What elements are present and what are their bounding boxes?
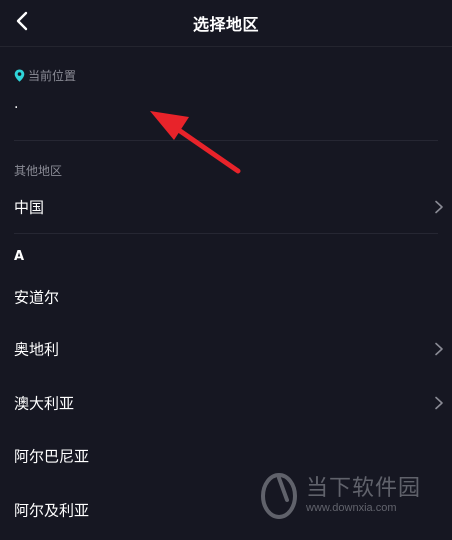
region-row-austria[interactable]: 奥地利 (0, 323, 452, 375)
region-row-china[interactable]: 中国 (0, 181, 452, 233)
top-nav-bar: 选择地区 (0, 0, 452, 47)
watermark: 当下软件园 www.downxia.com (258, 470, 438, 522)
chevron-right-icon (435, 396, 443, 410)
region-selection-screen: 选择地区 当前位置 · 其他地区 中国 A 安道尔 奥地利 澳大利亚 阿尔巴尼亚… (0, 0, 452, 540)
location-pin-icon (14, 69, 25, 82)
region-row-label: 阿尔巴尼亚 (14, 447, 90, 466)
section-letter-a: A (14, 249, 25, 264)
region-row-label: 澳大利亚 (14, 394, 75, 413)
chevron-right-icon (435, 200, 443, 214)
divider (14, 233, 438, 234)
page-title: 选择地区 (192, 15, 259, 34)
current-location-label: 当前位置 (14, 67, 76, 84)
region-row-label: 中国 (14, 198, 45, 217)
divider (14, 140, 438, 141)
region-row-label: 安道尔 (14, 288, 60, 307)
region-row-australia[interactable]: 澳大利亚 (0, 377, 452, 429)
region-row-label: 奥地利 (14, 340, 60, 359)
downxia-logo-icon (261, 473, 297, 519)
watermark-url: www.downxia.com (306, 502, 397, 514)
chevron-right-icon (435, 342, 443, 356)
region-row-andorra[interactable]: 安道尔 (0, 271, 452, 323)
other-regions-label: 其他地区 (14, 164, 63, 178)
region-row-label: 阿尔及利亚 (14, 501, 90, 520)
watermark-name: 当下软件园 (306, 476, 422, 501)
current-location-label-text: 当前位置 (28, 69, 77, 83)
current-location-value[interactable]: · (14, 100, 18, 116)
